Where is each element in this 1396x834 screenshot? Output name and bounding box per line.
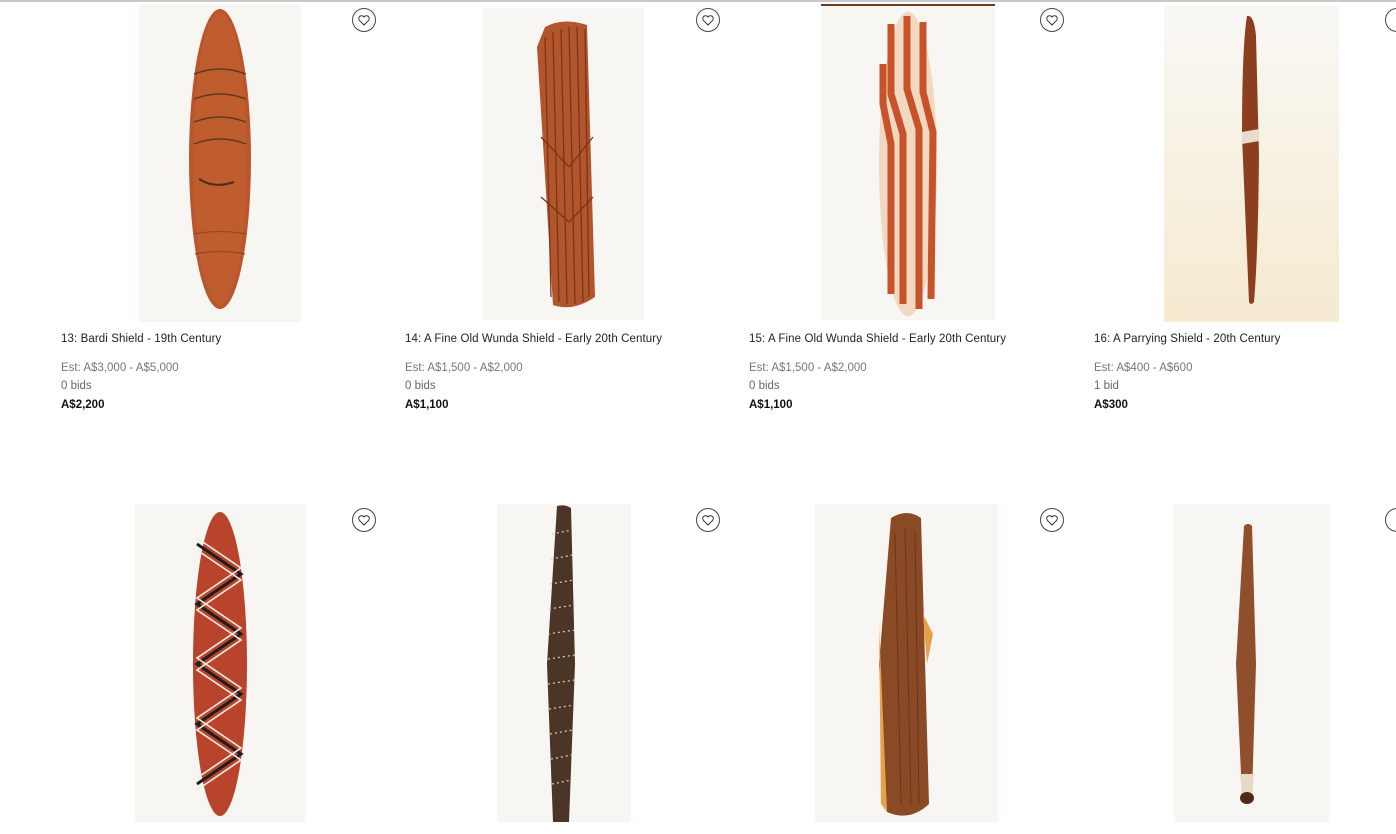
- heart-icon: [702, 14, 714, 26]
- lot-image[interactable]: [1174, 504, 1330, 822]
- heart-icon: [702, 514, 714, 526]
- lot-estimate: Est: A$1,500 - A$2,000: [405, 362, 523, 374]
- lot-card[interactable]: [1094, 500, 1396, 834]
- lot-estimate: Est: A$400 - A$600: [1094, 362, 1193, 374]
- shield-image: [139, 4, 301, 322]
- lot-card-14[interactable]: 14: A Fine Old Wunda Shield - Early 20th…: [405, 0, 749, 420]
- lot-price: A$2,200: [61, 399, 105, 411]
- lot-bids: 1 bid: [1094, 380, 1119, 392]
- lot-title[interactable]: 15: A Fine Old Wunda Shield - Early 20th…: [749, 333, 1006, 345]
- heart-icon: [358, 514, 370, 526]
- lot-image[interactable]: [1164, 6, 1339, 322]
- lot-estimate: Est: A$1,500 - A$2,000: [749, 362, 867, 374]
- lot-bids: 0 bids: [749, 380, 780, 392]
- lot-card-13[interactable]: 13: Bardi Shield - 19th Century Est: A$3…: [61, 0, 405, 420]
- favorite-button[interactable]: [696, 508, 720, 532]
- shield-image: [497, 504, 631, 822]
- lot-price: A$1,100: [405, 399, 449, 411]
- lot-price: A$300: [1094, 399, 1128, 411]
- shield-image: [483, 7, 644, 320]
- heart-icon: [1046, 14, 1058, 26]
- lot-image[interactable]: [497, 504, 631, 822]
- lot-image[interactable]: [483, 7, 644, 320]
- lot-estimate: Est: A$3,000 - A$5,000: [61, 362, 179, 374]
- heart-icon: [358, 14, 370, 26]
- shield-image: [821, 4, 995, 320]
- lot-card-15[interactable]: 15: A Fine Old Wunda Shield - Early 20th…: [749, 0, 1093, 420]
- lot-image[interactable]: [815, 504, 998, 822]
- lot-price: A$1,100: [749, 399, 793, 411]
- lot-title[interactable]: 13: Bardi Shield - 19th Century: [61, 333, 221, 345]
- favorite-button[interactable]: [696, 8, 720, 32]
- shield-image: [1164, 6, 1339, 322]
- lot-bids: 0 bids: [405, 380, 436, 392]
- lot-bids: 0 bids: [61, 380, 92, 392]
- lot-card-16[interactable]: 16: A Parrying Shield - 20th Century Est…: [1094, 0, 1396, 420]
- lot-image[interactable]: [139, 4, 301, 322]
- lot-image[interactable]: [821, 4, 995, 320]
- favorite-button[interactable]: [1040, 508, 1064, 532]
- lot-card[interactable]: [749, 500, 1093, 834]
- favorite-button[interactable]: [352, 8, 376, 32]
- lot-image[interactable]: [135, 504, 306, 822]
- lot-card[interactable]: [61, 500, 405, 834]
- shield-image: [135, 504, 306, 822]
- favorite-button[interactable]: [1040, 8, 1064, 32]
- shield-image: [815, 504, 998, 822]
- heart-icon: [1046, 514, 1058, 526]
- lot-card[interactable]: [405, 500, 749, 834]
- lot-title[interactable]: 14: A Fine Old Wunda Shield - Early 20th…: [405, 333, 662, 345]
- lot-title[interactable]: 16: A Parrying Shield - 20th Century: [1094, 333, 1280, 345]
- favorite-button[interactable]: [352, 508, 376, 532]
- shield-image: [1174, 504, 1330, 822]
